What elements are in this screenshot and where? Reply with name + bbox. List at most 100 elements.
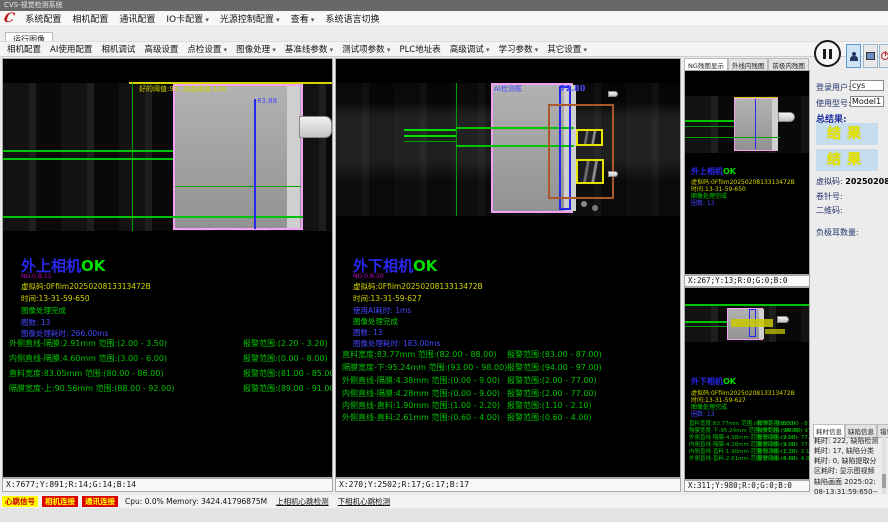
comm-connect-badge: 通讯连接	[82, 496, 118, 507]
tool-camera-config[interactable]: 相机配置	[7, 43, 41, 55]
measure-text: 内侧直线-隔膜:4.60mm 范围:(3.00 - 6.00)	[9, 354, 167, 363]
measure-line-blue	[755, 99, 756, 149]
ng-coords-upper: X:267;Y:13;R:0;G:0;B:0	[684, 275, 810, 287]
tool-ai-config[interactable]: AI使用配置	[50, 43, 92, 55]
menu-io-config[interactable]: IO卡配置	[166, 12, 209, 25]
camera-view-lower[interactable]: AI检测框 72.80 外下相机OK NG:0.B:10 虚拟码:0Ffiim2…	[335, 58, 681, 478]
measure-line-green	[404, 141, 456, 142]
tab-front-residual[interactable]: 前极内残图	[768, 58, 809, 70]
pause-button[interactable]	[814, 40, 841, 67]
tool-spot-check[interactable]: 点检设置	[187, 43, 227, 55]
app-logo-icon: C	[2, 11, 16, 26]
window-title: CVS-视觉检测系统	[4, 1, 63, 9]
menu-view[interactable]: 查看	[291, 12, 315, 25]
hole-feature	[581, 201, 587, 207]
tool-baseline-params[interactable]: 基准线参数	[285, 43, 333, 55]
tool-plc-address[interactable]: PLC地址表	[399, 43, 440, 55]
upper-camera-heartbeat-link[interactable]: 上相机心跳检测	[276, 496, 329, 507]
measure-text: 外侧直线-隔膜:2.91mm 范围:(2.00 - 3.50)	[9, 339, 167, 348]
bottom-fill	[0, 508, 888, 522]
tool-advanced-debug[interactable]: 高级调试	[450, 43, 490, 55]
alarm-text: 报警范围:(0.60 - 4.00)	[757, 454, 810, 462]
tool-test-params[interactable]: 测试项参数	[342, 43, 390, 55]
measure-line-green	[685, 321, 727, 323]
tab-feature	[608, 171, 618, 177]
status-bar: 心跳信号 相机连接 通讯连接 Cpu: 0.0% Memory: 3424.41…	[0, 495, 888, 508]
user-button[interactable]	[846, 44, 861, 68]
model-input[interactable]	[850, 96, 884, 107]
barcode-label-text: 虚拟码:	[816, 177, 843, 186]
mini-result-title: 外上相机OK	[691, 166, 736, 177]
measure-row: 内侧直线-隔膜:4.60mm 范围:(3.00 - 6.00) 报警范围:(0.…	[9, 353, 333, 364]
mini-result-title: 外下相机OK	[691, 376, 736, 387]
measure-text: 外侧直线-隔膜:4.38mm 范围:(0.00 - 9.00)	[342, 376, 500, 385]
menu-bar: C 系统配置 相机配置 通讯配置 IO卡配置 光源控制配置 查看 系统语言切换	[0, 11, 888, 27]
alarm-text: 报警范围:(94.00 - 97.00)	[507, 362, 602, 373]
camera-view-upper[interactable]: 好的阈值:93, 动态阈值:100 83.88 外上相机OK NG:0.B:11…	[2, 58, 333, 478]
blue-measure-value: 83.88	[257, 97, 277, 105]
measure-row: 内侧直线-直料:1.90mm 范围:(1.00 - 2.20) 报警范围:(1.…	[342, 400, 681, 411]
alarm-text: 报警范围:(81.00 - 85.00)	[243, 368, 333, 379]
camera-name: 外下相机	[691, 377, 723, 386]
alarm-text: 报警范围:(2.20 - 3.20)	[243, 338, 328, 349]
mini-measure-row: 外侧直线-直料:2.61mm 范围:(0.60 - 4.00)报警范围:(0.6…	[689, 454, 798, 462]
threshold-text: 好的阈值:93, 动态阈值:100	[139, 84, 226, 94]
measure-row: 内侧直线-隔膜:4.28mm 范围:(0.00 - 9.00) 报警范围:(2.…	[342, 388, 681, 399]
power-icon	[881, 52, 888, 60]
login-user-input[interactable]	[850, 80, 884, 91]
ng-image-upper	[685, 96, 809, 153]
coords-status-upper: X:7677;Y:891;R:14;G:14;B:14	[2, 478, 333, 492]
tool-camera-debug[interactable]: 相机调试	[101, 43, 135, 55]
ng-view-lower[interactable]: 外下相机OK 虚拟码:0Ffiim2025020813313472B 时间:13…	[684, 287, 810, 480]
log-scrollbar[interactable]	[882, 436, 886, 494]
user-icon	[850, 52, 858, 61]
measure-row: 隔膜宽度-上:90.56mm 范围:(88.00 - 92.00) 报警范围:(…	[9, 383, 333, 394]
tab-ng-display[interactable]: NG残图显示	[684, 58, 728, 70]
menu-system-config[interactable]: 系统配置	[25, 12, 61, 25]
tool-image-processing[interactable]: 图像处理	[236, 43, 276, 55]
camera-image-lower: AI检测框 72.80	[336, 83, 680, 216]
model-label: 使用型号:	[816, 98, 851, 109]
pause-icon	[823, 49, 826, 59]
ng-image-lower	[685, 306, 809, 342]
lower-camera-heartbeat-link[interactable]: 下相机心跳检测	[338, 496, 391, 507]
tab-feature	[608, 91, 618, 97]
measure-row: 外侧直线-隔膜:4.38mm 范围:(0.00 - 9.00) 报警范围:(2.…	[342, 375, 681, 386]
turns-text: 圈数: 13	[353, 327, 382, 338]
tool-advanced-settings[interactable]: 高级设置	[144, 43, 178, 55]
detect-rect-brown	[548, 104, 614, 199]
result-ok: OK	[723, 377, 736, 386]
tool-other-settings[interactable]: 其它设置	[547, 43, 587, 55]
tab-outer-residual[interactable]: 外线内残图	[728, 58, 769, 70]
measure-row: 外侧直线-直料:2.61mm 范围:(0.60 - 4.00) 报警范围:(0.…	[342, 412, 681, 423]
highlight-text-blob	[765, 329, 785, 334]
scrollbar-thumb[interactable]	[882, 474, 886, 488]
turns-text: 圈数: 13	[21, 317, 50, 328]
toolbar: 相机配置 AI使用配置 相机调试 高级设置 点检设置 图像处理 基准线参数 测试…	[0, 41, 888, 57]
tab-bar: 运行图像	[0, 27, 888, 41]
log-text: 耗时: 222, 缺陷检测耗时: 17, 缺陷分类耗时: 0, 缺陷提取分区耗时…	[814, 436, 880, 494]
needle-label: 卷针号:	[816, 191, 843, 202]
measure-line-green	[404, 129, 456, 131]
menu-language-switch[interactable]: 系统语言切换	[325, 12, 379, 25]
output-subtitle: NG:0.B:11	[21, 273, 52, 280]
menu-camera-config[interactable]: 相机配置	[72, 12, 108, 25]
measure-line-green	[175, 186, 301, 187]
measure-row: 外侧直线-隔膜:2.91mm 范围:(2.00 - 3.50) 报警范围:(2.…	[9, 338, 333, 349]
heartbeat-badge: 心跳信号	[2, 496, 38, 507]
electrode-edge	[287, 86, 300, 228]
alarm-text: 报警范围:(2.00 - 77.00)	[507, 388, 597, 399]
tool-learning-params[interactable]: 学习参数	[499, 43, 539, 55]
tab-feature	[778, 112, 795, 122]
ng-view-upper[interactable]: 外上相机OK 虚拟码:0Ffiim2025020813313472B 时间:13…	[684, 70, 810, 275]
exit-button[interactable]	[879, 44, 888, 68]
alarm-text: 报警范围:(0.60 - 4.00)	[507, 412, 592, 423]
menu-comm-config[interactable]: 通讯配置	[119, 12, 155, 25]
screen-button[interactable]	[863, 44, 878, 68]
alarm-text: 报警范围:(83.00 - 87.00)	[507, 349, 602, 360]
measure-line-green	[685, 137, 780, 138]
result-ok: OK	[723, 167, 736, 176]
barcode-text: 虚拟码:0Ffiim2025020813313472B	[353, 281, 483, 292]
measure-line-green	[685, 326, 727, 327]
menu-light-config[interactable]: 光源控制配置	[220, 12, 280, 25]
